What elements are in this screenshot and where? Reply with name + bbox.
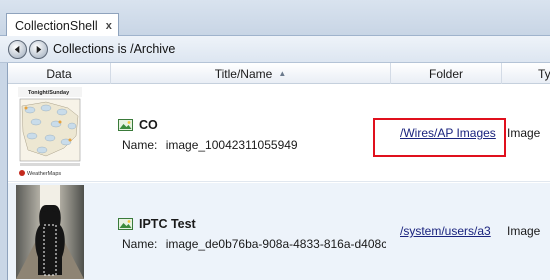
column-label-title: Title/Name [214, 66, 273, 81]
weather-map-thumbnail[interactable]: Tonight/Sunday WeatherMaps [16, 86, 84, 180]
navigation-bar: Collections is /Archive [0, 36, 550, 63]
image-icon [118, 119, 133, 131]
name-value: image_10042311055949 [165, 138, 298, 152]
arrow-left-icon [14, 45, 20, 53]
back-button[interactable] [8, 39, 27, 59]
photo-thumbnail[interactable] [16, 185, 84, 279]
table-row[interactable]: IPTC Test Name: image_de0b76ba-908a-4833… [8, 183, 550, 280]
column-header-type[interactable]: Ty [502, 63, 550, 84]
row-name: Name: image_10042311055949 [122, 138, 386, 152]
column-label-type: Ty [538, 66, 550, 81]
row-name: Name: image_de0b76ba-908a-4833-816a-d408… [122, 237, 386, 251]
type-value: Image [507, 224, 541, 238]
column-header-data[interactable]: Data [8, 63, 111, 84]
row-title[interactable]: IPTC Test [118, 217, 196, 231]
weather-map-title: Tonight/Sunday [28, 90, 70, 96]
image-icon [118, 218, 133, 230]
column-header-title[interactable]: Title/Name ▲ [111, 63, 391, 84]
row-title[interactable]: CO [118, 118, 158, 132]
arrow-right-icon [36, 45, 42, 53]
forward-button[interactable] [29, 39, 48, 59]
tab-strip: CollectionShell x [0, 0, 550, 37]
highlight-box [373, 118, 506, 157]
breadcrumb: Collections is /Archive [53, 42, 176, 56]
type-value: Image [507, 126, 541, 140]
column-label-data: Data [46, 66, 72, 81]
collection-grid: Data Title/Name ▲ Folder Ty Tonight/Sund… [7, 63, 550, 280]
row-title-text: CO [139, 118, 158, 132]
folder-link[interactable]: /system/users/a3 [400, 224, 492, 238]
column-header-folder[interactable]: Folder [391, 63, 502, 84]
tab-label: CollectionShell [15, 18, 98, 33]
grid-header: Data Title/Name ▲ Folder Ty [8, 63, 550, 84]
tab-collectionshell[interactable]: CollectionShell x [6, 13, 119, 37]
sort-ascending-icon: ▲ [278, 69, 287, 78]
column-label-folder: Folder [428, 66, 463, 81]
name-label: Name: [122, 138, 158, 152]
hallway-photo-image [16, 185, 84, 279]
weather-map-brand: WeatherMaps [27, 171, 61, 177]
weather-map-image: Tonight/Sunday WeatherMaps [16, 86, 84, 180]
row-title-text: IPTC Test [139, 217, 196, 231]
close-icon[interactable]: x [106, 20, 112, 32]
name-value: image_de0b76ba-908a-4833-816a-d408c5 [165, 237, 386, 251]
name-label: Name: [122, 237, 158, 251]
